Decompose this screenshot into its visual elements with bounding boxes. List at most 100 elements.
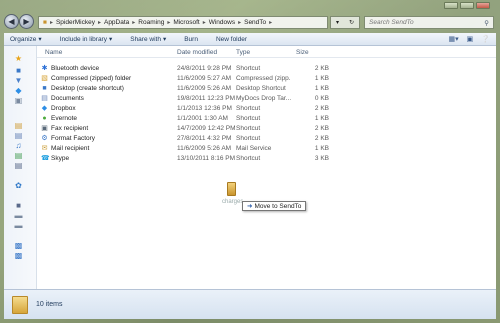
file-name: Evernote [51,115,78,122]
evernote-icon: ● [42,115,47,122]
column-date-modified[interactable]: Date modified [177,49,217,56]
organize-button[interactable]: Organize ▾ [10,35,42,44]
search-icon[interactable]: ⚲ [484,19,489,27]
file-date: 11/6/2009 5:26 AM [177,145,232,152]
content-area: ★ ■ ▼ ◆ ▣ ▤ ▤ ♫ ▤ ▤ ✿ ■ ▬ ▬ ▩ ▩ Name Dat… [4,46,496,289]
close-button[interactable] [476,2,490,9]
pictures-icon[interactable]: ▤ [14,152,23,160]
skype-icon: ☎ [41,155,50,162]
new-folder-button[interactable]: New folder [216,36,247,43]
documents-icon[interactable]: ▤ [14,132,23,140]
file-date: 13/10/2011 8:16 PM [177,155,236,162]
column-header: Name Date modified Type Size [37,46,496,58]
file-row[interactable]: ■ Desktop (create shortcut) 11/6/2009 5:2… [37,84,496,94]
file-row[interactable]: ▣ Fax recipient 14/7/2009 12:42 PM Shortc… [37,124,496,134]
column-type[interactable]: Type [236,49,250,56]
dropbox-icon[interactable]: ◆ [14,87,23,95]
new-folder-label: New folder [215,35,248,43]
network-icon[interactable]: ▩ [14,242,23,250]
burn-button[interactable]: Burn [184,36,198,43]
chevron-down-icon: ▾ [162,36,167,43]
file-size: 3 KB [314,155,329,162]
maximize-button[interactable] [460,2,474,9]
local-disk-icon[interactable]: ▬ [14,212,23,220]
chevron-right-icon: ▸ [132,20,136,26]
file-date: 14/7/2009 12:42 PM [177,125,236,132]
command-bar: Organize ▾ Include in library ▾ Share wi… [4,33,496,46]
file-row[interactable]: ▧ Compressed (zipped) folder 11/6/2009 5:… [37,74,496,84]
downloads-icon[interactable]: ▼ [14,77,23,85]
back-button[interactable]: ◀ [4,14,19,29]
breadcrumb-item[interactable]: SendTo [244,19,266,26]
file-row[interactable]: ☎ Skype 13/10/2011 8:16 PM Shortcut 3 KB [37,154,496,164]
favorites-star-icon[interactable]: ★ [14,55,23,63]
share-with-button[interactable]: Share with ▾ [130,35,167,44]
file-name: Format Factory [51,135,96,142]
help-icon[interactable]: ❔ [481,35,490,43]
drag-ghost: charges [222,182,244,212]
file-type: MyDocs Drop Tar... [236,95,291,102]
include-in-library-label: Include in library [59,35,107,43]
file-date: 11/6/2009 5:26 AM [177,85,232,92]
file-row[interactable]: ● Evernote 1/1/2001 1:30 AM Shortcut 1 KB [37,114,496,124]
forward-button[interactable]: ▶ [19,14,34,29]
bluetooth-icon: ✱ [41,65,48,72]
drive-icon[interactable]: ▬ [14,222,23,230]
chevron-right-icon: ▸ [49,20,53,26]
file-name: Fax recipient [51,125,89,132]
format-factory-icon: ⚙ [41,135,48,142]
file-size: 2 KB [314,105,329,112]
move-arrow-icon: ➜ [247,203,253,210]
file-row[interactable]: ✱ Bluetooth device 24/8/2011 9:28 PM Shor… [37,64,496,74]
file-date: 11/6/2009 5:27 AM [177,75,232,82]
address-bar[interactable]: ■ ▸ SpiderMickey ▸ AppData ▸ Roaming ▸ M… [38,16,328,29]
minimize-button[interactable] [444,2,458,9]
file-type: Shortcut [236,105,261,112]
breadcrumb-item[interactable]: Windows [209,19,235,26]
file-size: 1 KB [314,145,329,152]
change-view-icon[interactable]: ▦▾ [449,35,459,43]
refresh-icon[interactable]: ↻ [349,19,354,26]
organize-label: Organize [10,35,37,43]
file-row[interactable]: ▤ Documents 19/8/2011 12:23 PM MyDocs Dro… [37,94,496,104]
breadcrumb-item[interactable]: Roaming [138,19,164,26]
navigation-pane: ★ ■ ▼ ◆ ▣ ▤ ▤ ♫ ▤ ▤ ✿ ■ ▬ ▬ ▩ ▩ [4,46,37,289]
dropdown-arrow-icon[interactable]: ▾ [336,19,339,26]
file-type: Desktop Shortcut [236,85,286,92]
file-row[interactable]: ◆ Dropbox 1/1/2013 12:36 PM Shortcut 2 KB [37,104,496,114]
file-name: Mail recipient [51,145,90,152]
desktop-icon[interactable]: ■ [14,67,23,75]
dropbox-icon: ◆ [41,105,48,112]
libraries-icon[interactable]: ▤ [14,122,23,130]
music-icon[interactable]: ♫ [14,142,23,150]
zip-folder-icon: ▧ [41,75,48,82]
dragged-file-icon [227,182,236,196]
column-name[interactable]: Name [45,49,62,56]
file-name: Documents [51,95,84,102]
file-date: 19/8/2011 12:23 PM [177,95,236,102]
network-drive-icon[interactable]: ▩ [14,252,23,260]
file-list: Name Date modified Type Size ✱ Bluetooth … [37,46,496,289]
column-size[interactable]: Size [296,49,309,56]
file-size: 1 KB [314,115,329,122]
breadcrumb-item[interactable]: SpiderMickey [56,19,95,26]
view-controls: ▦▾ ▣ ❔ [449,35,490,43]
breadcrumb-item[interactable]: Microsoft [173,19,199,26]
file-name: Compressed (zipped) folder [51,75,132,82]
file-name: Skype [51,155,70,162]
homegroup-icon[interactable]: ✿ [14,182,23,190]
dragged-file-label: charges [222,199,244,205]
drag-tooltip-text: Move to SendTo [254,202,302,210]
include-in-library-button[interactable]: Include in library ▾ [59,35,113,44]
file-row[interactable]: ✉ Mail recipient 11/6/2009 5:26 AM Mail S… [37,144,496,154]
preview-pane-icon[interactable]: ▣ [467,35,474,43]
computer-icon[interactable]: ■ [14,202,23,210]
explorer-window: ◀ ▶ ■ ▸ SpiderMickey ▸ AppData ▸ Roaming… [0,0,500,323]
recent-places-icon[interactable]: ▣ [14,97,23,105]
share-with-label: Share with [130,35,161,43]
breadcrumb-item[interactable]: AppData [104,19,129,26]
file-row[interactable]: ⚙ Format Factory 27/8/2011 4:32 PM Shortc… [37,134,496,144]
videos-icon[interactable]: ▤ [14,162,23,170]
folder-icon: ■ [43,19,47,26]
search-input[interactable]: Search SendTo ⚲ [364,16,494,29]
